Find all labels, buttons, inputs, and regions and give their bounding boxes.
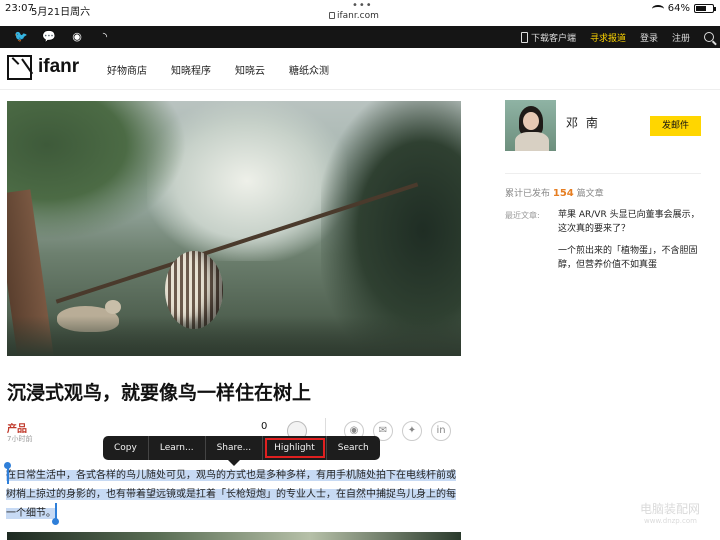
next-image	[7, 532, 461, 540]
sidebar-divider	[505, 173, 701, 174]
battery-icon	[694, 4, 716, 13]
article-time: 7小时前	[7, 435, 33, 443]
avatar-face	[523, 112, 539, 130]
stats-prefix: 累计已发布	[505, 189, 551, 199]
search-icon[interactable]	[704, 32, 714, 42]
menu-copy[interactable]: Copy	[103, 436, 149, 460]
article-category[interactable]: 产品	[7, 420, 27, 435]
menu-learn[interactable]: Learn...	[149, 436, 206, 460]
nav-item-review[interactable]: 糖纸众测	[289, 62, 329, 77]
main-nav: ifanr 好物商店 知晓程序 知晓云 糖纸众测	[0, 48, 720, 90]
nav-item-cloud[interactable]: 知晓云	[235, 62, 265, 77]
twitter-icon[interactable]: 🐦	[14, 30, 28, 44]
wifi-icon	[651, 4, 664, 13]
recent-articles: 苹果 AR/VR 头显已向董事会展示，这次真的要来了？ 一个煎出来的「植物蛋」，…	[558, 208, 706, 280]
login-link[interactable]: 登录	[640, 31, 658, 44]
author-avatar[interactable]	[505, 100, 556, 151]
recent-article-link[interactable]: 苹果 AR/VR 头显已向董事会展示，这次真的要来了？	[558, 208, 706, 236]
status-bar: 23:07 5月21日周六 ••• ifanr.com 64%	[0, 0, 720, 26]
weibo-icon[interactable]: ◉	[70, 30, 84, 44]
watermark-url: www.dnzp.com	[644, 517, 697, 525]
logo-text[interactable]: ifanr	[38, 56, 79, 78]
article-paragraph[interactable]: 在日常生活中，各式各样的鸟儿随处可见，观鸟的方式也是多种多样，有用手机随处拍下在…	[6, 466, 464, 523]
download-app-link[interactable]: 下载客户端	[520, 31, 576, 44]
register-link[interactable]: 注册	[672, 31, 690, 44]
hero-image[interactable]	[7, 101, 461, 356]
email-author-button[interactable]: 发邮件	[650, 116, 701, 136]
recent-article-link[interactable]: 一个煎出来的「植物蛋」，不含胆固醇，但营养价值不如真蛋	[558, 244, 706, 272]
status-date: 5月21日周六	[31, 7, 91, 18]
multitask-dots[interactable]: •••	[352, 0, 373, 11]
stats-count: 154	[552, 188, 574, 199]
address-url[interactable]: ifanr.com	[337, 11, 379, 21]
rss-icon[interactable]: ◝	[98, 30, 112, 44]
menu-highlight[interactable]: Highlight	[263, 436, 327, 460]
watermark-text: 电脑装配网	[640, 502, 701, 516]
nav-item-store[interactable]: 好物商店	[107, 62, 147, 77]
wechat-icon[interactable]: 💬	[42, 30, 56, 44]
battery-percent: 64%	[667, 3, 690, 14]
report-link[interactable]: 寻求报道	[590, 31, 626, 44]
top-bar: 🐦 💬 ◉ ◝ 下载客户端 寻求报道 登录 注册	[0, 26, 720, 48]
status-time: 23:07	[5, 3, 34, 14]
like-count: 0	[261, 421, 268, 432]
download-label: 下载客户端	[530, 33, 576, 44]
selection-handle-end[interactable]	[52, 518, 59, 525]
nav-items: 好物商店 知晓程序 知晓云 糖纸众测	[107, 62, 329, 77]
author-stats: 累计已发布 154 篇文章	[505, 186, 604, 199]
avatar-body	[515, 132, 549, 151]
selected-text[interactable]: 在日常生活中，各式各样的鸟儿随处可见，观鸟的方式也是多种多样，有用手机随处拍下在…	[6, 470, 456, 519]
nav-item-miniprogram[interactable]: 知晓程序	[171, 62, 211, 77]
author-name[interactable]: 邓 南	[566, 114, 600, 131]
recent-articles-label: 最近文章:	[505, 211, 540, 220]
phone-icon	[520, 31, 528, 43]
hero-ground	[7, 316, 461, 356]
stats-suffix: 篇文章	[576, 189, 604, 199]
article-title: 沉浸式观鸟，就要像鸟一样住在树上	[7, 382, 312, 404]
menu-search[interactable]: Search	[327, 436, 380, 460]
menu-share[interactable]: Share...	[206, 436, 264, 460]
top-links: 下载客户端 寻求报道 登录 注册	[520, 26, 714, 48]
selection-handle-start-line	[7, 466, 9, 484]
lock-icon	[329, 12, 335, 19]
status-right: 64%	[651, 3, 716, 14]
text-selection-menu: Copy Learn... Share... Highlight Search	[103, 436, 380, 460]
ifanr-logo-icon[interactable]	[7, 55, 32, 80]
linkedin-share-icon[interactable]: in	[431, 421, 451, 441]
twitter-share-icon[interactable]: ✦	[402, 421, 422, 441]
social-links: 🐦 💬 ◉ ◝	[14, 30, 112, 44]
